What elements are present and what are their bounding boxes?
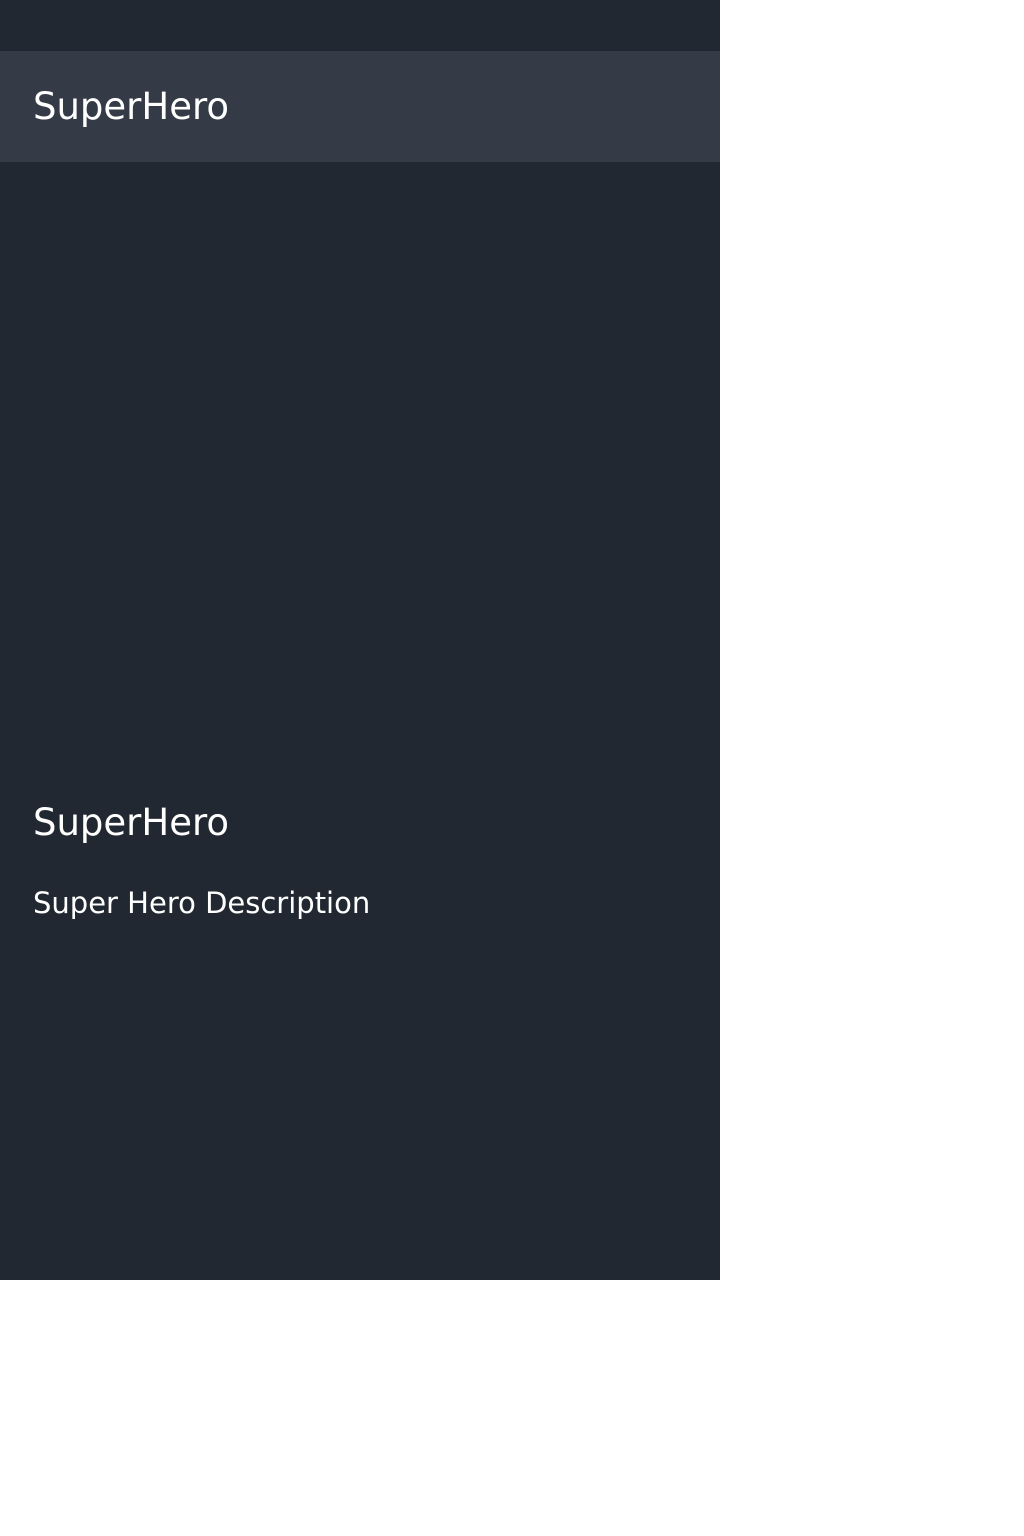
hero-name: SuperHero (33, 801, 230, 844)
status-bar (0, 0, 720, 51)
app-bar-title: SuperHero (33, 85, 230, 128)
app-screen: SuperHero SuperHero Super Hero Descripti… (0, 0, 720, 1280)
hero-description: Super Hero Description (33, 886, 371, 920)
app-bar: SuperHero (0, 51, 720, 162)
